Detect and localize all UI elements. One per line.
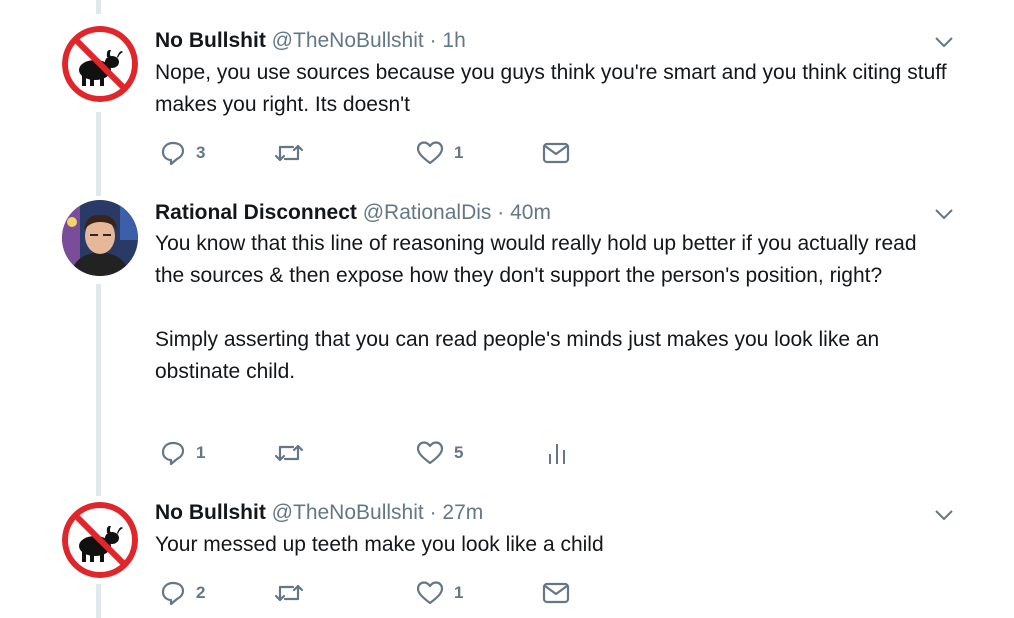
retweet-icon xyxy=(274,444,304,462)
timestamp[interactable]: 27m xyxy=(442,501,483,524)
avatar[interactable] xyxy=(62,26,138,102)
retweet-button[interactable] xyxy=(274,140,314,166)
retweet-icon xyxy=(274,144,304,162)
no-bull-sign-icon xyxy=(62,26,138,102)
separator-dot: · xyxy=(429,501,437,524)
analytics-button[interactable] xyxy=(546,440,568,466)
tweet-text: Your messed up teeth make you look like … xyxy=(155,533,604,556)
analytics-icon xyxy=(549,444,565,464)
like-count: 1 xyxy=(454,143,464,162)
like-button[interactable]: 5 xyxy=(416,440,463,466)
tweet-header: No Bullshit @TheNoBullshit · 1h xyxy=(155,28,466,54)
reply-button[interactable]: 1 xyxy=(160,440,205,466)
tweet-actions: 1 5 xyxy=(160,440,580,466)
timestamp[interactable]: 40m xyxy=(510,201,551,224)
direct-message-button[interactable] xyxy=(542,580,570,606)
reply-count: 3 xyxy=(196,143,206,162)
tweet-header: Rational Disconnect @RationalDis · 40m xyxy=(155,200,551,226)
reply-count: 1 xyxy=(196,443,206,462)
retweet-button[interactable] xyxy=(274,580,314,606)
heart-icon xyxy=(416,441,444,465)
user-handle[interactable]: @RationalDis xyxy=(363,201,492,224)
chevron-down-icon[interactable] xyxy=(932,30,956,54)
envelope-icon xyxy=(542,582,570,604)
tweet-text: You know that this line of reasoning wou… xyxy=(155,232,917,383)
tweet-actions: 2 1 xyxy=(160,580,580,606)
separator-dot: · xyxy=(497,201,505,224)
chevron-down-icon[interactable] xyxy=(932,202,956,226)
display-name[interactable]: Rational Disconnect xyxy=(155,201,357,224)
reply-button[interactable]: 3 xyxy=(160,140,205,166)
reply-button[interactable]: 2 xyxy=(160,580,205,606)
separator-dot: · xyxy=(429,29,437,52)
user-handle[interactable]: @TheNoBullshit xyxy=(272,501,424,524)
like-count: 5 xyxy=(454,443,464,462)
avatar[interactable] xyxy=(62,502,138,578)
envelope-icon xyxy=(542,142,570,164)
avatar[interactable] xyxy=(62,200,138,276)
like-button[interactable]: 1 xyxy=(416,580,463,606)
like-button[interactable]: 1 xyxy=(416,140,463,166)
tweet-header: No Bullshit @TheNoBullshit · 27m xyxy=(155,500,483,526)
no-bull-sign-icon xyxy=(62,502,138,578)
reply-icon xyxy=(161,441,185,466)
chevron-down-icon[interactable] xyxy=(932,503,956,527)
profile-photo xyxy=(62,200,138,276)
direct-message-button[interactable] xyxy=(542,140,570,166)
tweet-actions: 3 1 xyxy=(160,140,580,166)
like-count: 1 xyxy=(454,583,464,602)
tweet[interactable]: Rational Disconnect @RationalDis · 40m Y… xyxy=(0,190,1014,490)
tweet[interactable]: No Bullshit @TheNoBullshit · 27m Your me… xyxy=(0,490,1014,618)
reply-count: 2 xyxy=(196,583,206,602)
retweet-icon xyxy=(274,584,304,602)
tweet[interactable]: No Bullshit @TheNoBullshit · 1h Nope, yo… xyxy=(0,0,1014,190)
tweet-text: Nope, you use sources because you guys t… xyxy=(155,61,947,116)
user-handle[interactable]: @TheNoBullshit xyxy=(272,29,424,52)
retweet-button[interactable] xyxy=(274,440,314,466)
display-name[interactable]: No Bullshit xyxy=(155,501,266,524)
reply-icon xyxy=(161,581,185,606)
timestamp[interactable]: 1h xyxy=(442,29,465,52)
reply-icon xyxy=(161,141,185,166)
heart-icon xyxy=(416,141,444,165)
heart-icon xyxy=(416,581,444,605)
display-name[interactable]: No Bullshit xyxy=(155,29,266,52)
